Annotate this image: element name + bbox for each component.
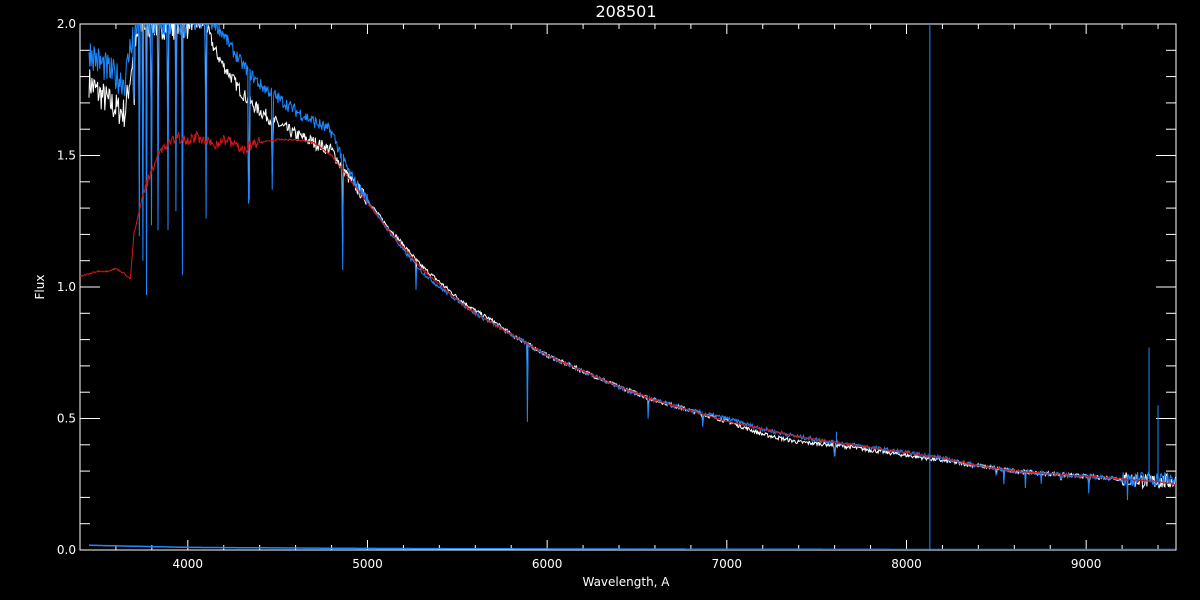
spectrum-series-line <box>80 130 1176 486</box>
x-tick-label: 5000 <box>352 557 383 571</box>
x-tick-label: 4000 <box>173 557 204 571</box>
y-tick-label: 1.5 <box>57 149 76 163</box>
y-tick-label: 0.0 <box>57 543 76 557</box>
plot-area: 4000 5000 6000 7000 8000 9000 0.0 0.5 1.0 1.5 2.0 <box>57 17 1177 571</box>
spectrum-chart: 208501 Wavelength, A Flux 4000 5000 6000 70… <box>33 2 1177 589</box>
x-axis-label: Wavelength, A <box>582 575 670 589</box>
x-tick-label: 9000 <box>1071 557 1102 571</box>
x-tick-label: 8000 <box>891 557 922 571</box>
y-axis-label: Flux <box>33 275 47 300</box>
x-tick-label: 7000 <box>712 557 743 571</box>
y-tick-label: 1.0 <box>57 280 76 294</box>
chart-title: 208501 <box>595 2 656 21</box>
x-tick-label: 6000 <box>532 557 563 571</box>
y-tick-label: 2.0 <box>57 17 76 31</box>
spectrum-series-line <box>88 24 1176 501</box>
y-tick-label: 0.5 <box>57 412 76 426</box>
spectrum-series-line <box>88 24 1176 490</box>
spectrum-series-line <box>89 544 1176 550</box>
